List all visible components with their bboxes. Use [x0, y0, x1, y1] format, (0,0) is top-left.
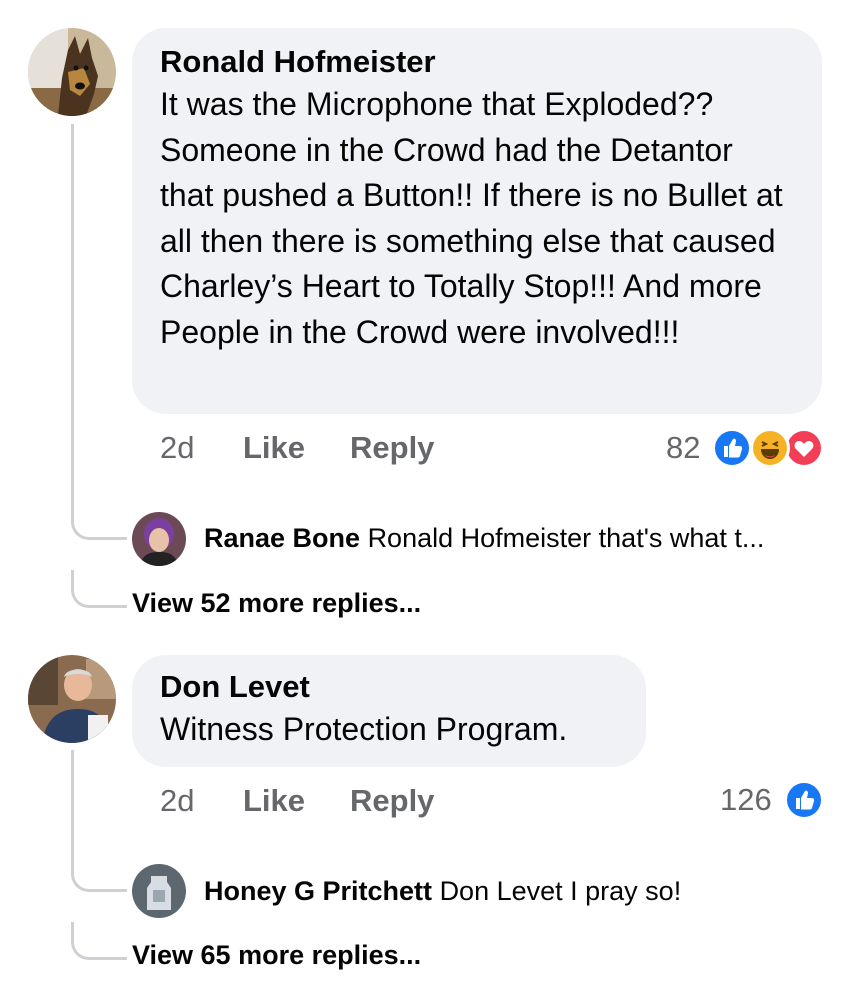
like-button[interactable]: Like — [243, 783, 305, 819]
reply-preview[interactable]: Honey G Pritchett Don Levet I pray so! — [204, 876, 681, 907]
comment-bubble[interactable]: Don Levet Witness Protection Program. — [132, 655, 646, 767]
reply-label: Reply — [350, 430, 435, 465]
avatar-ronald-hofmeister[interactable] — [28, 28, 116, 116]
comment-author[interactable]: Ronald Hofmeister — [160, 44, 794, 80]
reply-connector — [71, 850, 127, 892]
comment-timestamp[interactable]: 2d — [160, 783, 194, 819]
reaction-summary[interactable]: 126 — [710, 778, 830, 822]
haha-icon — [750, 428, 790, 468]
reply-text: Ronald Hofmeister that's what t... — [367, 523, 765, 553]
like-button[interactable]: Like — [243, 430, 305, 466]
like-icon — [712, 428, 752, 468]
view-more-replies-link[interactable]: View 52 more replies... — [132, 588, 421, 619]
person-avatar-icon — [132, 512, 186, 566]
view-more-replies-link[interactable]: View 65 more replies... — [132, 940, 421, 971]
like-icon — [784, 780, 824, 820]
reaction-count: 126 — [720, 782, 772, 817]
reaction-count: 82 — [666, 430, 701, 465]
reply-author[interactable]: Honey G Pritchett — [204, 876, 432, 906]
thread-line — [71, 124, 74, 520]
comment-author[interactable]: Don Levet — [160, 669, 618, 705]
dog-avatar-icon — [28, 28, 116, 116]
like-label: Like — [243, 783, 306, 818]
reply-text: Don Levet I pray so! — [439, 876, 682, 906]
person-avatar-icon — [28, 655, 116, 743]
view-more-connector — [71, 922, 127, 960]
avatar-ranae-bone[interactable] — [132, 512, 186, 566]
reply-button[interactable]: Reply — [350, 430, 434, 466]
reply-author[interactable]: Ranae Bone — [204, 523, 360, 553]
comment-timestamp[interactable]: 2d — [160, 430, 194, 466]
reply-connector — [71, 497, 127, 540]
reply-button[interactable]: Reply — [350, 783, 434, 819]
reply-preview[interactable]: Ranae Bone Ronald Hofmeister that's what… — [204, 523, 764, 554]
love-icon — [784, 428, 824, 468]
reaction-summary[interactable]: 82 — [660, 426, 830, 470]
reply-label: Reply — [350, 783, 435, 818]
comment-text: Witness Protection Program. — [160, 711, 568, 747]
view-more-connector — [71, 570, 127, 608]
avatar-honey-g-pritchett[interactable] — [132, 864, 186, 918]
comment-text: It was the Microphone that Exploded?? So… — [160, 86, 783, 350]
avatar-don-levet[interactable] — [28, 655, 116, 743]
like-label: Like — [243, 430, 306, 465]
person-avatar-icon — [132, 864, 186, 918]
comment-bubble[interactable]: Ronald Hofmeister It was the Microphone … — [132, 28, 822, 414]
